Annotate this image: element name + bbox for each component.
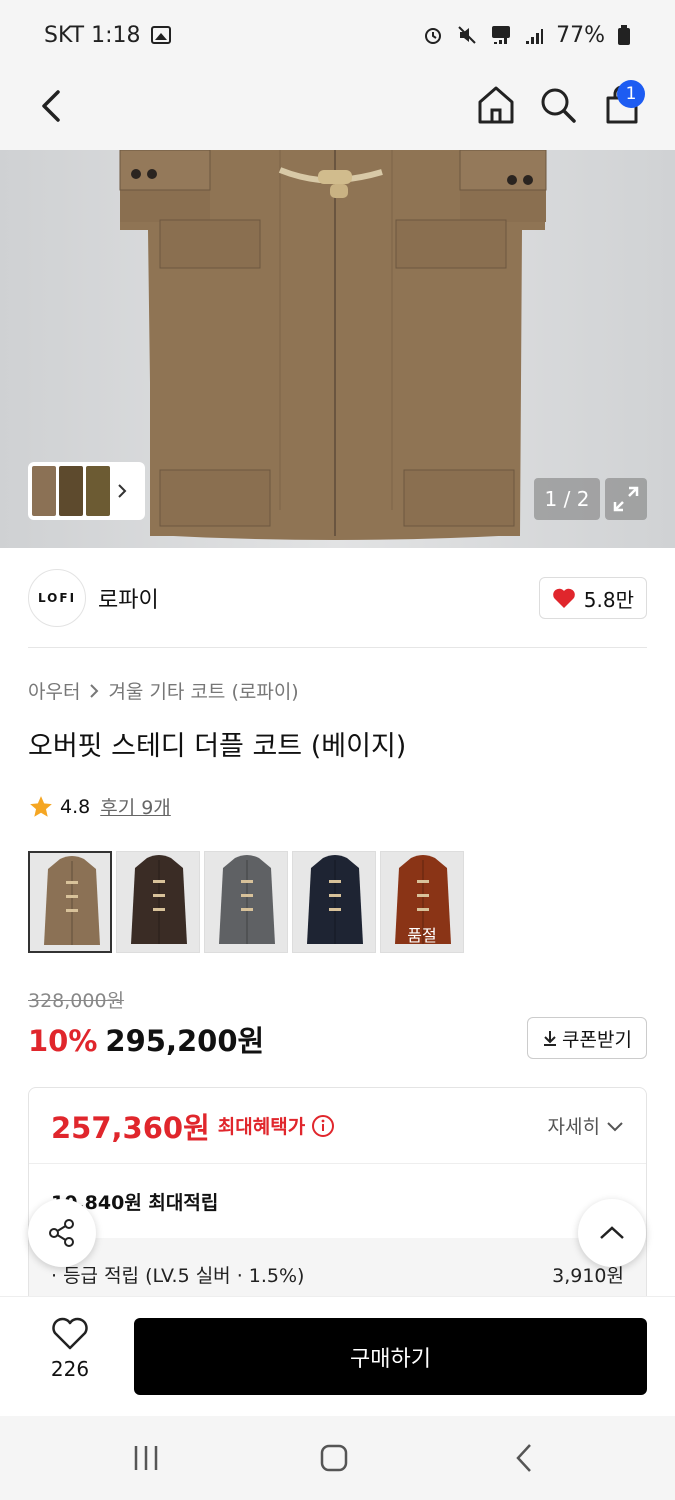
rating-value: 4.8 bbox=[60, 795, 91, 818]
battery-percent: 77% bbox=[556, 22, 605, 48]
star-icon bbox=[30, 795, 52, 817]
variant-coat-image bbox=[307, 855, 363, 944]
thumbnail-brown[interactable] bbox=[86, 466, 110, 516]
back-arrow-icon[interactable] bbox=[30, 84, 74, 128]
max-benefit-price: 257,360원 bbox=[51, 1110, 210, 1145]
carrier-time: SKT 1:18 bbox=[44, 22, 141, 48]
chevron-right-icon bbox=[90, 683, 99, 698]
system-nav-bar bbox=[0, 1416, 675, 1500]
home-icon[interactable] bbox=[474, 82, 518, 128]
gallery-thumbnail-strip[interactable] bbox=[28, 462, 145, 520]
detail-toggle[interactable]: 자세히 bbox=[548, 1112, 624, 1139]
back-nav-icon[interactable] bbox=[510, 1442, 538, 1474]
cart-count-badge: 1 bbox=[617, 80, 645, 108]
breadcrumb: 아우터 겨울 기타 코트 (로파이) bbox=[28, 677, 299, 704]
variant-coat-image bbox=[44, 856, 100, 945]
variant-coat-image bbox=[131, 855, 187, 944]
color-variant-2[interactable] bbox=[204, 851, 288, 953]
original-price: 328,000원 bbox=[28, 990, 125, 1012]
color-variant-1[interactable] bbox=[116, 851, 200, 953]
download-icon bbox=[544, 1031, 557, 1046]
buy-button[interactable]: 구매하기 bbox=[134, 1318, 647, 1395]
brand-name[interactable]: 로파이 bbox=[98, 582, 159, 614]
recent-apps-icon[interactable] bbox=[132, 1444, 160, 1472]
info-icon[interactable] bbox=[311, 1114, 335, 1138]
variant-coat-image bbox=[219, 855, 275, 944]
color-variant-0[interactable] bbox=[28, 851, 112, 953]
color-variant-4[interactable]: 품절 bbox=[380, 851, 464, 953]
color-variants: 품절 bbox=[28, 851, 464, 953]
gallery-notification-icon bbox=[150, 26, 171, 44]
bottom-action-bar: 226 구매하기 bbox=[0, 1296, 675, 1416]
chevron-right-icon[interactable] bbox=[113, 482, 131, 500]
heart-filled-icon bbox=[552, 588, 575, 608]
battery-icon bbox=[618, 25, 630, 45]
home-nav-icon[interactable] bbox=[320, 1444, 348, 1472]
sale-price-row: 10% 295,200원 bbox=[28, 1018, 264, 1060]
max-benefit-label: 최대혜택가 bbox=[217, 1116, 306, 1138]
share-button[interactable] bbox=[28, 1199, 96, 1267]
top-nav bbox=[0, 70, 675, 150]
wishlist-count: 226 bbox=[50, 1357, 90, 1381]
divider bbox=[28, 647, 647, 648]
brand-row: LOFI 로파이 5.8만 bbox=[28, 568, 647, 628]
sold-out-label: 품절 bbox=[407, 926, 437, 945]
chevron-up-icon bbox=[600, 1226, 624, 1239]
brand-logo[interactable]: LOFI bbox=[28, 569, 86, 627]
fullscreen-button[interactable] bbox=[605, 478, 647, 520]
status-bar: SKT 1:18 77% bbox=[0, 0, 675, 70]
thumbnail-olive[interactable] bbox=[59, 466, 83, 516]
coupon-button[interactable]: 쿠폰받기 bbox=[527, 1017, 647, 1059]
image-counter: 1 / 2 bbox=[534, 478, 600, 520]
expand-icon bbox=[613, 486, 639, 512]
scroll-top-button[interactable] bbox=[578, 1199, 646, 1267]
thumbnail-beige[interactable] bbox=[32, 466, 56, 516]
heart-outline-icon bbox=[52, 1317, 88, 1350]
review-link[interactable]: 후기 9개 bbox=[100, 793, 171, 820]
coupon-label: 쿠폰받기 bbox=[562, 1028, 632, 1051]
search-icon[interactable] bbox=[536, 82, 580, 128]
max-points: 10,840원 최대적립 bbox=[51, 1191, 219, 1214]
discount-rate: 10% bbox=[28, 1024, 98, 1058]
color-variant-3[interactable] bbox=[292, 851, 376, 953]
alarm-icon bbox=[425, 28, 442, 44]
breadcrumb-category[interactable]: 아우터 bbox=[28, 677, 80, 704]
benefit-header[interactable]: 257,360원 최대혜택가 자세히 bbox=[29, 1088, 646, 1164]
network-5g-icon bbox=[492, 26, 511, 44]
breadcrumb-subcategory[interactable]: 겨울 기타 코트 (로파이) bbox=[108, 677, 298, 704]
brand-like-button[interactable]: 5.8만 bbox=[538, 577, 647, 619]
wishlist-button[interactable]: 226 bbox=[38, 1317, 102, 1397]
detail-label: 자세히 bbox=[547, 1116, 600, 1138]
share-icon bbox=[49, 1219, 74, 1247]
brand-like-count: 5.8만 bbox=[583, 587, 634, 612]
chevron-down-icon bbox=[607, 1121, 623, 1131]
sale-price: 295,200원 bbox=[105, 1024, 265, 1058]
product-title: 오버핏 스테디 더플 코트 (베이지) bbox=[28, 731, 407, 762]
signal-icon bbox=[526, 29, 544, 44]
mute-icon bbox=[458, 26, 476, 44]
rating-row: 4.8 후기 9개 bbox=[28, 793, 171, 820]
grade-points-label: · 등급 적립 (LV.5 실버 · 1.5%) bbox=[51, 1264, 305, 1287]
